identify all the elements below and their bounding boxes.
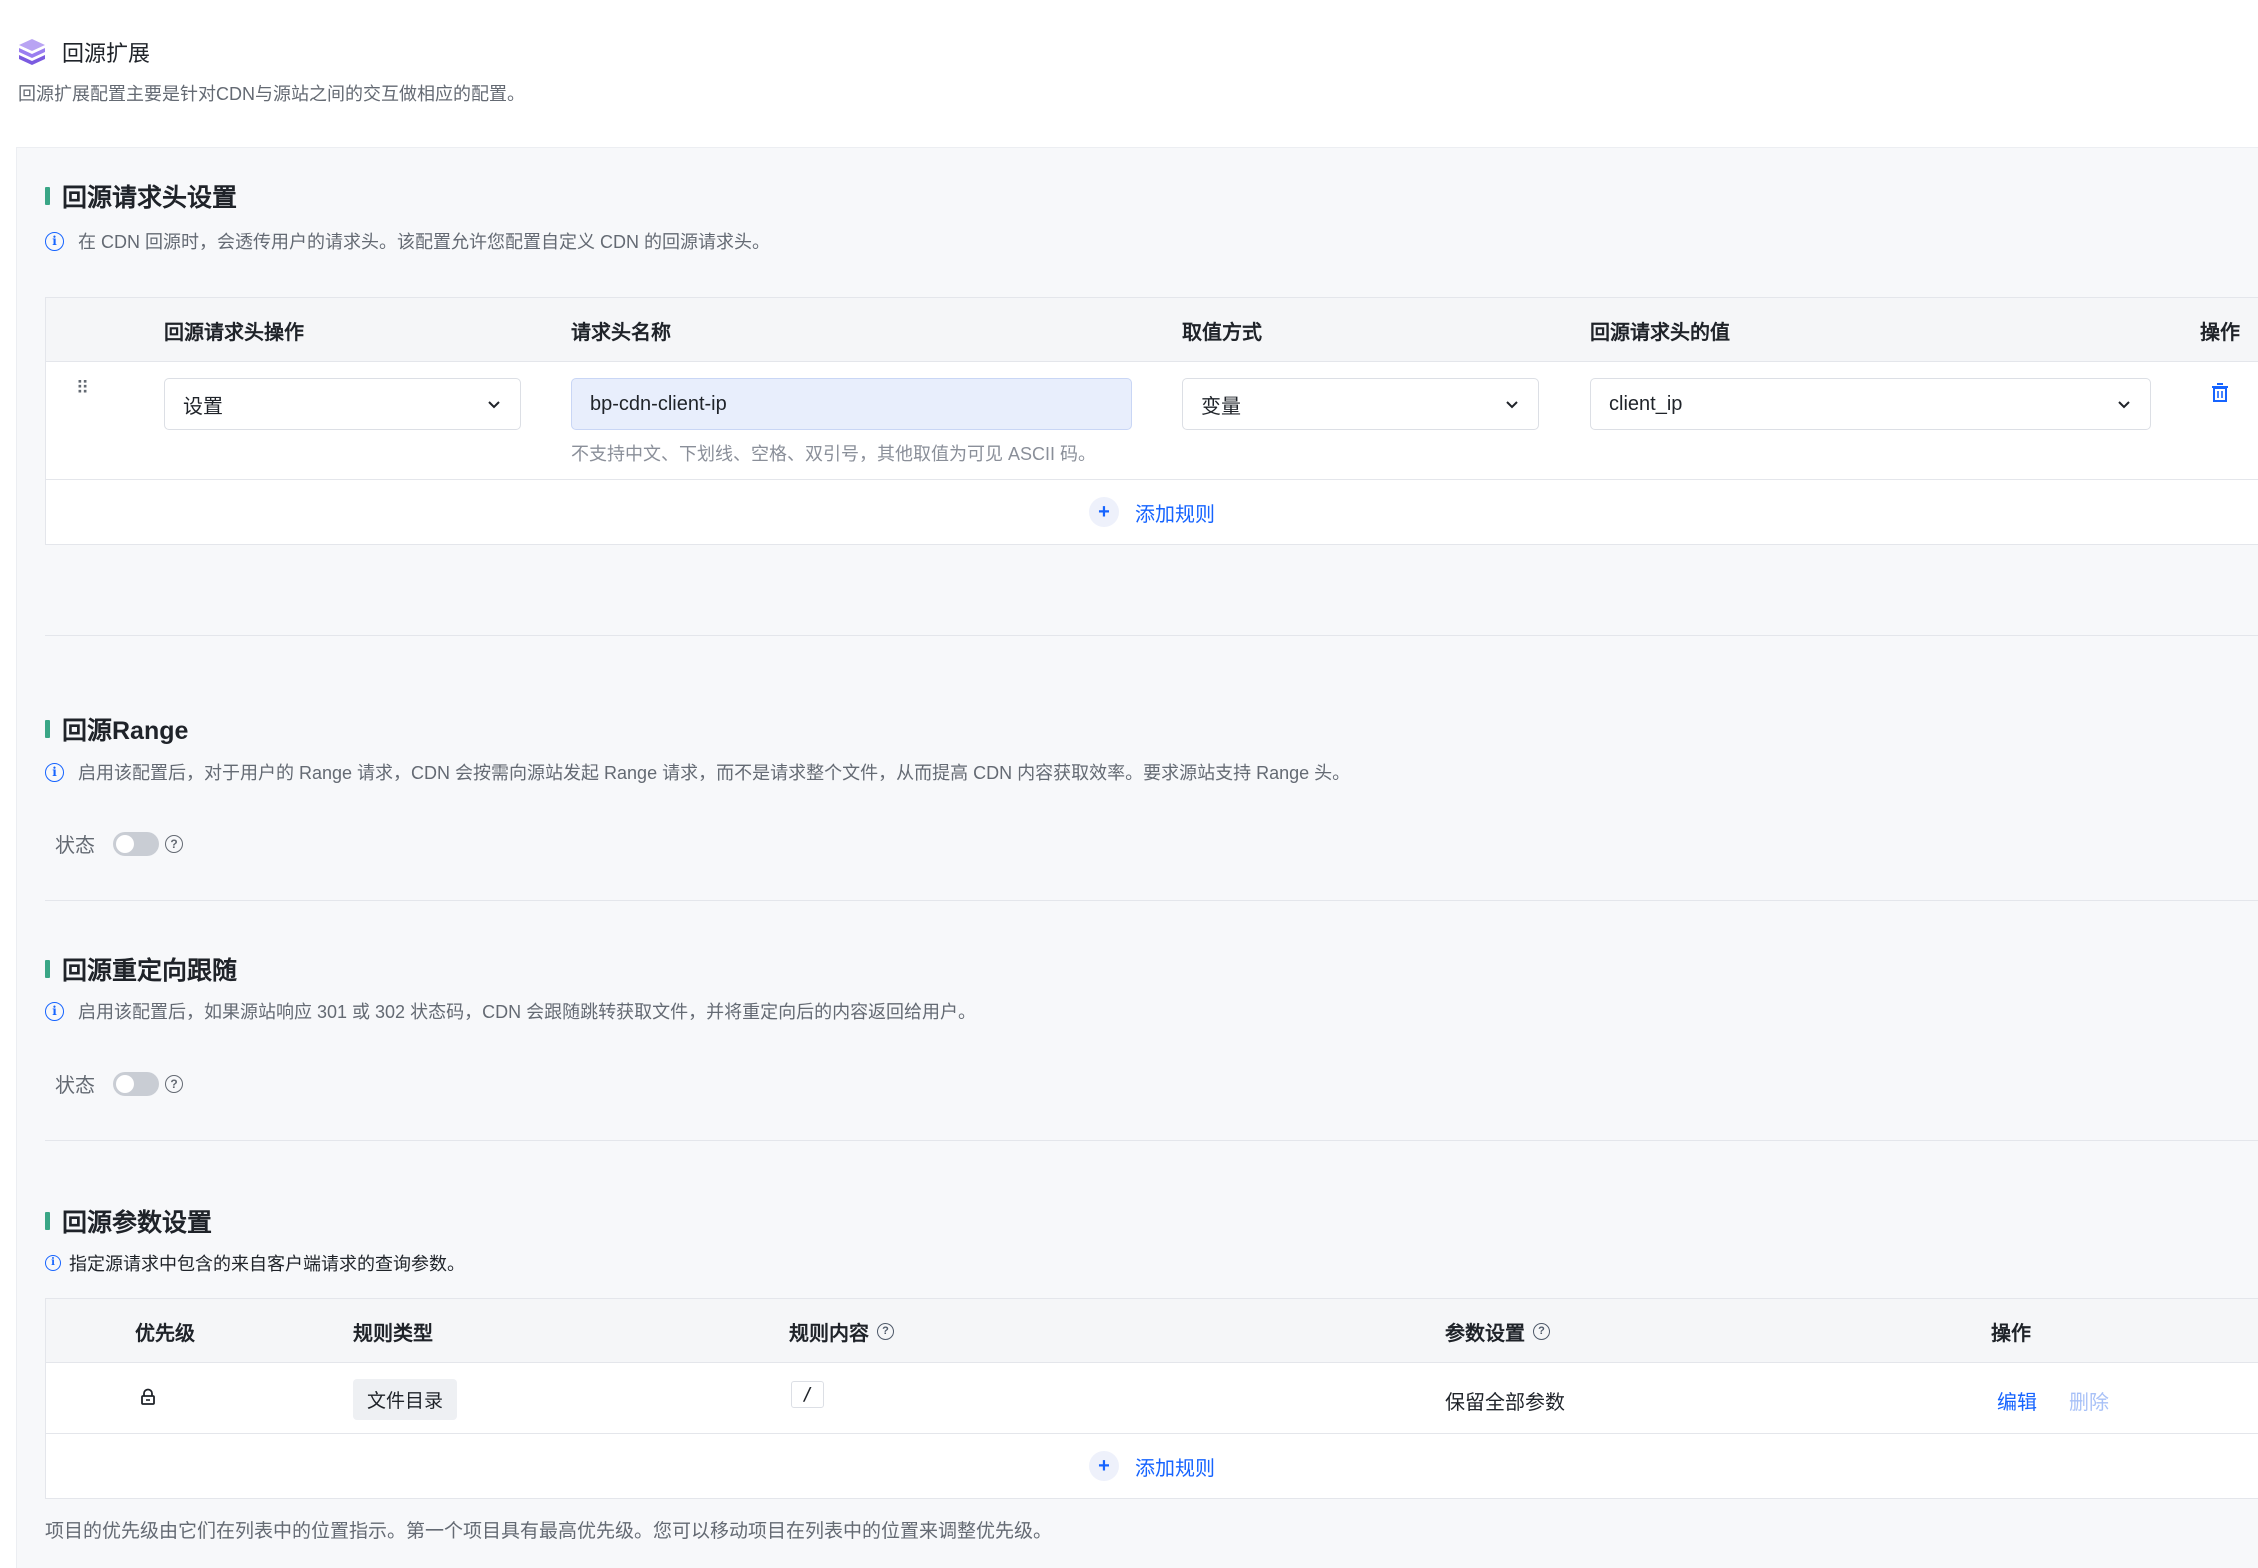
- params-table: 优先级 规则类型 规则内容 ? 参数设置 ? 操作 文件目录 / 保留全部参数 …: [45, 1298, 2258, 1499]
- column-header: 取值方式: [1182, 321, 1262, 344]
- redirect-status-row: 状态 ?: [55, 1069, 183, 1098]
- select-value: 变量: [1201, 395, 1241, 418]
- column-header: 规则类型: [353, 1322, 433, 1345]
- trash-icon[interactable]: [2209, 382, 2231, 404]
- page-header: 回源扩展: [16, 36, 150, 68]
- plus-icon: +: [1089, 497, 1119, 527]
- info-text: 启用该配置后，如果源站响应 301 或 302 状态码，CDN 会跟随跳转获取文…: [78, 1002, 977, 1022]
- divider: [45, 900, 2258, 901]
- section-title-headers: 回源请求头设置: [45, 178, 237, 214]
- info-line-redirect: i 启用该配置后，如果源站响应 301 或 302 状态码，CDN 会跟随跳转获…: [45, 998, 976, 1024]
- page-title: 回源扩展: [62, 41, 151, 66]
- info-text: 在 CDN 回源时，会透传用户的请求头。该配置允许您配置自定义 CDN 的回源请…: [78, 232, 770, 252]
- column-header: 操作: [2200, 321, 2240, 344]
- table-header: 优先级 规则类型 规则内容 ? 参数设置 ? 操作: [46, 1299, 2258, 1363]
- column-header: 操作: [1991, 1322, 2031, 1345]
- question-icon[interactable]: ?: [877, 1322, 894, 1340]
- add-rule-row: + 添加规则: [46, 480, 2258, 544]
- info-icon: i: [45, 1255, 61, 1271]
- column-header: 请求头名称: [571, 321, 671, 344]
- add-rule-row: + 添加规则: [46, 1434, 2258, 1498]
- table-row: 文件目录 / 保留全部参数 编辑 删除: [46, 1363, 2258, 1434]
- header-value-select[interactable]: client_ip: [1590, 378, 2151, 430]
- rule-type-tag: 文件目录: [353, 1379, 458, 1420]
- add-rule-button[interactable]: + 添加规则: [1089, 1451, 1215, 1481]
- info-line-params: i 指定源请求中包含的来自客户端请求的查询参数。: [45, 1250, 465, 1276]
- headers-table: 回源请求头操作 请求头名称 取值方式 回源请求头的值 操作 ⠿ 设置 bp-cd…: [45, 297, 2258, 545]
- param-setting-value: 保留全部参数: [1445, 1392, 1565, 1414]
- section-title-params: 回源参数设置: [45, 1203, 212, 1239]
- table-header: 回源请求头操作 请求头名称 取值方式 回源请求头的值 操作: [46, 298, 2258, 362]
- column-header-label: 参数设置: [1445, 1322, 1525, 1345]
- info-icon: i: [45, 1001, 64, 1021]
- page-description: 回源扩展配置主要是针对CDN与源站之间的交互做相应的配置。: [18, 84, 525, 104]
- column-header-rule-content: 规则内容 ?: [789, 1299, 894, 1363]
- select-value: 设置: [183, 395, 223, 418]
- info-icon: i: [45, 231, 64, 251]
- chevron-down-icon: [2118, 401, 2130, 409]
- info-text: 启用该配置后，对于用户的 Range 请求，CDN 会按需向源站发起 Range…: [78, 763, 1351, 783]
- drag-handle-icon[interactable]: ⠿: [76, 379, 89, 397]
- lock-icon: [141, 1388, 155, 1405]
- config-panel: 回源请求头设置 i 在 CDN 回源时，会透传用户的请求头。该配置允许您配置自定…: [16, 147, 2258, 1568]
- header-operation-select[interactable]: 设置: [164, 378, 521, 430]
- select-value: client_ip: [1609, 392, 1683, 415]
- section-title-range: 回源Range: [45, 711, 188, 747]
- plus-icon: +: [1089, 1451, 1119, 1481]
- chevron-down-icon: [1506, 401, 1518, 409]
- column-header-label: 规则内容: [789, 1322, 869, 1345]
- range-toggle[interactable]: [113, 831, 159, 856]
- question-icon[interactable]: ?: [165, 1074, 183, 1093]
- table-row: ⠿ 设置 bp-cdn-client-ip 不支持中文、下划线、空格、双引号，其…: [46, 362, 2258, 480]
- add-rule-label: 添加规则: [1135, 503, 1215, 526]
- question-icon[interactable]: ?: [1533, 1322, 1550, 1340]
- input-value: bp-cdn-client-ip: [590, 392, 727, 415]
- edit-link[interactable]: 编辑: [1997, 1386, 2037, 1415]
- status-label: 状态: [55, 1075, 95, 1097]
- value-type-select[interactable]: 变量: [1182, 378, 1539, 430]
- info-icon: i: [45, 762, 64, 782]
- redirect-toggle[interactable]: [113, 1071, 159, 1096]
- header-name-input[interactable]: bp-cdn-client-ip: [571, 378, 1132, 430]
- info-line-headers: i 在 CDN 回源时，会透传用户的请求头。该配置允许您配置自定义 CDN 的回…: [45, 228, 770, 254]
- divider: [45, 1140, 2258, 1141]
- column-header-param-setting: 参数设置 ?: [1445, 1299, 1550, 1363]
- status-label: 状态: [55, 835, 95, 857]
- add-rule-button[interactable]: + 添加规则: [1089, 497, 1215, 527]
- rule-content-code: /: [791, 1381, 824, 1408]
- info-text: 指定源请求中包含的来自客户端请求的查询参数。: [69, 1254, 465, 1274]
- column-header: 回源请求头操作: [164, 321, 304, 344]
- header-name-hint: 不支持中文、下划线、空格、双引号，其他取值为可见 ASCII 码。: [571, 444, 1097, 464]
- range-status-row: 状态 ?: [55, 829, 183, 858]
- column-header: 优先级: [135, 1322, 195, 1345]
- section-title-redirect: 回源重定向跟随: [45, 951, 237, 987]
- priority-footnote: 项目的优先级由它们在列表中的位置指示。第一个项目具有最高优先级。您可以移动项目在…: [45, 1521, 1053, 1542]
- divider: [45, 635, 2258, 636]
- column-header: 回源请求头的值: [1590, 321, 1730, 344]
- chevron-down-icon: [488, 401, 500, 409]
- info-line-range: i 启用该配置后，对于用户的 Range 请求，CDN 会按需向源站发起 Ran…: [45, 759, 1350, 785]
- add-rule-label: 添加规则: [1135, 1457, 1215, 1480]
- cube-stack-icon: [19, 39, 45, 65]
- delete-link[interactable]: 删除: [2069, 1386, 2109, 1415]
- question-icon[interactable]: ?: [165, 834, 183, 853]
